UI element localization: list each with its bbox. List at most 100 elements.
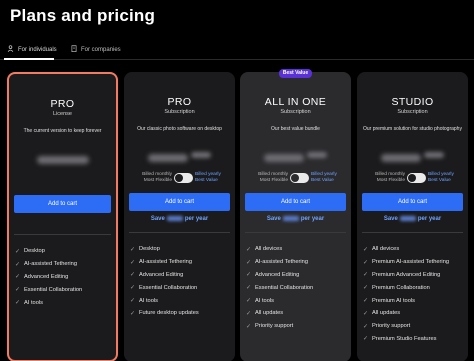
yearly-savings: Save per year: [383, 216, 442, 223]
page-title: Plans and pricing: [10, 6, 156, 25]
divider: [245, 232, 346, 233]
plan-name: PRO: [50, 98, 75, 110]
billing-toggle-row: Billed monthly Most Flexible Billed yearl…: [130, 172, 229, 188]
list-item: ✓ Future desktop updates: [130, 310, 199, 317]
check-icon: ✓: [246, 310, 252, 317]
billing-yearly-sub: Best Value: [428, 178, 451, 183]
check-icon: ✓: [15, 261, 21, 268]
divider: [14, 234, 111, 235]
billing-toggle[interactable]: [407, 173, 426, 183]
toggle-knob: [291, 174, 299, 182]
price-redacted: [148, 154, 188, 162]
plan-name: ALL IN ONE: [264, 96, 327, 108]
billing-yearly-sub: Best Value: [195, 178, 218, 183]
check-icon: ✓: [246, 246, 252, 253]
best-value-badge: Best Value: [279, 69, 312, 78]
price-redacted: [37, 156, 89, 164]
billing-monthly-sub: Most Flexible: [376, 178, 405, 183]
check-icon: ✓: [363, 323, 369, 330]
check-icon: ✓: [363, 246, 369, 253]
tab-individuals-label: For individuals: [18, 46, 57, 53]
toggle-knob: [175, 174, 183, 182]
list-item: ✓ Advanced Editing: [130, 271, 184, 279]
savings-redacted: [166, 216, 183, 221]
person-icon: [7, 45, 14, 54]
price-redacted: [264, 154, 304, 162]
check-icon: ✓: [15, 248, 21, 255]
plan-card-studio: STUDIO Subscription Our premium solution…: [357, 72, 468, 361]
list-item: ✓ AI tools: [130, 297, 158, 305]
tab-companies-label: For companies: [81, 46, 121, 53]
divider: [362, 232, 463, 233]
check-icon: ✓: [363, 310, 369, 317]
check-icon: ✓: [363, 336, 369, 343]
check-icon: ✓: [15, 287, 21, 294]
feature-list: ✓ Desktop ✓ AI-assisted Tethering ✓ Advance…: [15, 245, 112, 309]
feature-list: ✓ Desktop ✓ AI-assisted Tethering ✓ Advance…: [130, 243, 231, 320]
list-item: ✓ Premium Advanced Editing: [363, 271, 441, 279]
add-to-cart-button[interactable]: Add to cart: [245, 193, 346, 211]
billing-toggle[interactable]: [174, 173, 193, 183]
plan-description: Our best value bundle: [271, 126, 320, 132]
building-icon: [71, 45, 77, 54]
feature-list: ✓ All devices ✓ Premium AI-assisted Tether…: [363, 243, 464, 345]
list-item: ✓ Essential Collaboration: [130, 284, 198, 292]
check-icon: ✓: [363, 285, 369, 292]
check-icon: ✓: [15, 274, 21, 281]
add-to-cart-button[interactable]: Add to cart: [129, 193, 230, 211]
add-to-cart-button[interactable]: Add to cart: [362, 193, 463, 211]
plan-description: The current version to keep forever: [23, 128, 102, 134]
plan-tabs: For individuals For companies: [0, 42, 474, 60]
list-item: ✓ Advanced Editing: [246, 271, 300, 279]
list-item: ✓ Advanced Editing: [15, 273, 69, 281]
tab-individuals[interactable]: For individuals: [7, 45, 57, 54]
divider: [129, 232, 230, 233]
list-item: ✓ AI-assisted Tethering: [15, 261, 78, 268]
toggle-knob: [408, 174, 416, 182]
tab-companies[interactable]: For companies: [71, 45, 121, 54]
price-redacted: [381, 154, 421, 162]
check-icon: ✓: [246, 323, 252, 330]
billing-toggle-row: Billed monthly Most Flexible Billed yearl…: [246, 172, 345, 188]
list-item: ✓ Premium Studio Features: [363, 335, 437, 343]
list-item: ✓ AI tools: [246, 297, 274, 305]
billing-toggle-row: Billed monthly Most Flexible Billed yearl…: [363, 172, 462, 188]
list-item: ✓ Desktop: [130, 246, 160, 253]
feature-list: ✓ All devices ✓ AI-assisted Tethering ✓ Adv…: [246, 243, 347, 333]
list-item: ✓ Priority support: [246, 323, 294, 330]
plan-type: License: [53, 111, 72, 117]
check-icon: ✓: [363, 298, 369, 305]
list-item: ✓ Premium AI-assisted Tethering: [363, 259, 450, 266]
list-item: ✓ AI-assisted Tethering: [130, 259, 193, 266]
check-icon: ✓: [246, 285, 252, 292]
check-icon: ✓: [130, 272, 136, 279]
list-item: ✓ Essential Collaboration: [246, 284, 314, 292]
check-icon: ✓: [15, 300, 21, 307]
check-icon: ✓: [130, 246, 136, 253]
plan-card-pro-license: PRO License The current version to keep …: [7, 72, 118, 361]
list-item: ✓ Essential Collaboration: [15, 286, 83, 294]
plan-type: Subscription: [280, 109, 311, 115]
plan-card-all-in-one: ALL IN ONE Subscription Our best value b…: [240, 72, 351, 361]
list-item: ✓ All updates: [246, 310, 284, 317]
price-period-redacted: [424, 152, 444, 158]
yearly-savings: Save per year: [266, 216, 325, 223]
plan-name: STUDIO: [391, 96, 434, 108]
list-item: ✓ All devices: [363, 246, 400, 253]
add-to-cart-button[interactable]: Add to cart: [14, 195, 111, 213]
billing-toggle[interactable]: [290, 173, 309, 183]
savings-redacted: [282, 216, 299, 221]
plan-description: Our premium solution for studio photogra…: [363, 126, 462, 132]
check-icon: ✓: [246, 272, 252, 279]
plan-type: Subscription: [164, 109, 195, 115]
list-item: ✓ Premium Collaboration: [363, 284, 430, 292]
price-period-redacted: [307, 152, 327, 158]
list-item: ✓ AI tools: [15, 299, 43, 307]
check-icon: ✓: [130, 298, 136, 305]
list-item: ✓ Desktop: [15, 248, 45, 255]
list-item: ✓ All updates: [363, 310, 401, 317]
check-icon: ✓: [363, 259, 369, 266]
billing-monthly-sub: Most Flexible: [259, 178, 288, 183]
plan-description: Our classic photo software on desktop: [137, 126, 222, 132]
list-item: ✓ Premium AI tools: [363, 297, 415, 305]
